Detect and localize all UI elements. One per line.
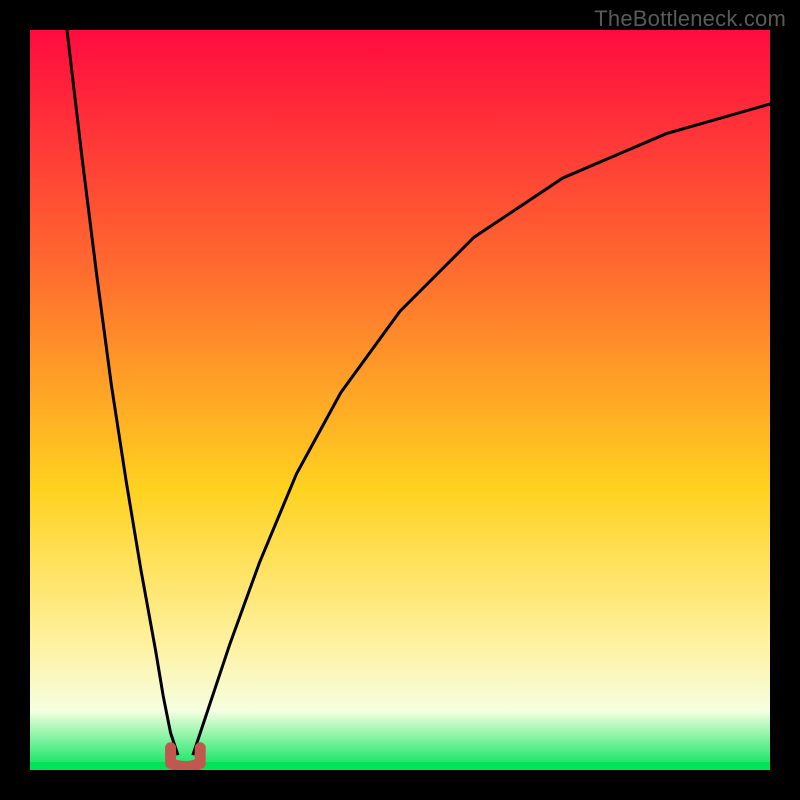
- chart-stage: TheBottleneck.com: [0, 0, 800, 800]
- plot-svg: [30, 30, 770, 770]
- watermark-text: TheBottleneck.com: [594, 6, 786, 32]
- green-baseline-band: [30, 762, 770, 770]
- gradient-background: [30, 30, 770, 770]
- plot-frame: [30, 30, 770, 770]
